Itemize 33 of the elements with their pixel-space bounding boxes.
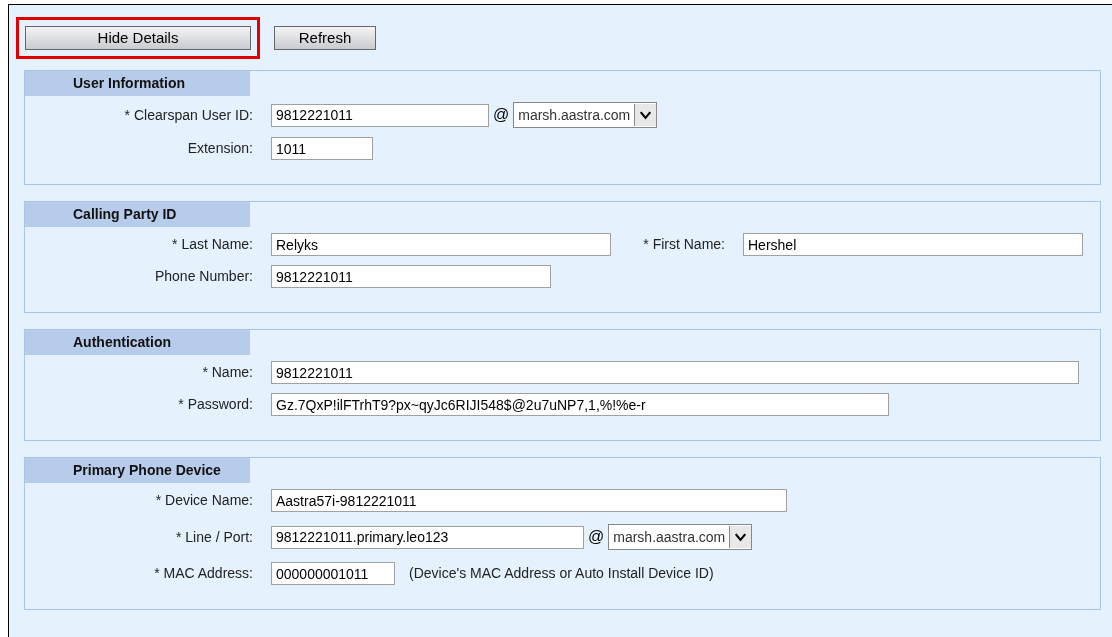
domain-dropdown[interactable]: marsh.aastra.com xyxy=(513,102,658,128)
domain-dropdown[interactable]: marsh.aastra.com xyxy=(608,524,753,550)
text-field[interactable]: 9812221011 xyxy=(271,103,489,127)
field-label: * Device Name: xyxy=(154,491,253,510)
field-label: * Clearspan User ID: xyxy=(123,105,253,125)
chevron-down-icon xyxy=(729,526,752,548)
hint-text: (Device's MAC Address or Auto Install Device ID) xyxy=(409,564,714,583)
text-field[interactable]: 1011 xyxy=(271,137,373,160)
at-sign: @ xyxy=(588,527,605,547)
text-field[interactable]: 9812221011 xyxy=(271,361,1079,384)
field-label: * Name: xyxy=(201,363,253,382)
text-field[interactable]: Gz.7QxP!ilFTrhT9?px~qyJc6RIJI548$@2u7uNP7,1,%!%e-r xyxy=(271,393,889,416)
toolbar-button[interactable]: Hide Details xyxy=(25,25,251,50)
at-sign: @ xyxy=(493,105,510,125)
field-label: * MAC Address: xyxy=(153,564,253,583)
field-label: * First Name: xyxy=(642,235,725,254)
text-field[interactable]: 9812221011.primary.leo123 xyxy=(271,525,584,549)
field-label: * Last Name: xyxy=(171,235,253,254)
section-title: Calling Party ID xyxy=(25,202,250,227)
chevron-down-icon xyxy=(634,104,657,126)
section-title: User Information xyxy=(25,71,250,96)
section-title: Primary Phone Device xyxy=(25,458,250,483)
field-label: Phone Number: xyxy=(153,267,253,286)
text-field[interactable]: Aastra57i-9812221011 xyxy=(271,489,787,512)
field-label: Extension: xyxy=(186,139,253,158)
section-title: Authentication xyxy=(25,330,250,355)
field-label: * Password: xyxy=(177,395,253,414)
field-label: * Line / Port: xyxy=(174,527,253,547)
toolbar-button[interactable]: Refresh xyxy=(274,25,376,50)
text-field[interactable]: Relyks xyxy=(271,233,611,256)
text-field[interactable]: Hershel xyxy=(743,233,1083,256)
text-field[interactable]: 9812221011 xyxy=(271,265,551,288)
text-field[interactable]: 000000001011 xyxy=(271,562,395,585)
